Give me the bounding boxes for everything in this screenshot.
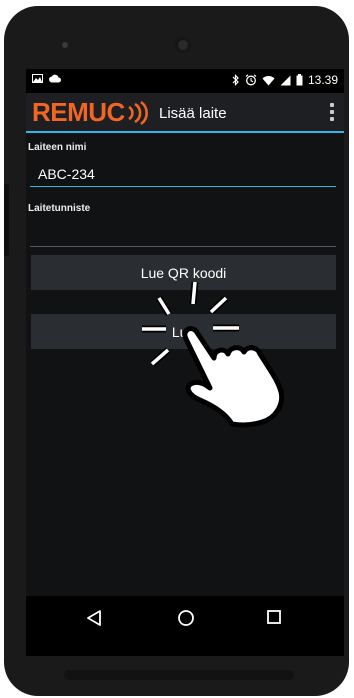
recent-apps-icon[interactable] [266,609,282,625]
status-time: 13.39 [307,73,338,87]
device-screen: 13.39 REMUC Lisää laite Laiteen nimi Lai… [26,69,344,656]
front-camera [175,37,191,53]
navigation-bar [26,596,344,656]
signal-icon [280,75,291,85]
action-bar: REMUC Lisää laite [26,93,344,133]
back-icon[interactable] [86,609,102,627]
phone-side-button [4,184,9,256]
status-bar: 13.39 [26,69,344,93]
overflow-dot [330,103,334,107]
add-device-form: Laiteen nimi Laitetunniste Lue QR koodi … [26,133,344,596]
battery-icon [296,74,303,86]
overflow-dot [330,110,334,114]
image-icon [32,74,43,83]
read-button[interactable]: Lue [31,314,336,349]
alarm-icon [245,74,257,86]
bottom-speaker-grille [64,670,294,680]
page-title: Lisää laite [159,105,227,122]
overflow-menu-button[interactable] [330,103,336,121]
phone-frame: 13.39 REMUC Lisää laite Laiteen nimi Lai… [4,6,349,696]
remuc-logo: REMUC [32,97,125,127]
device-id-input[interactable] [30,221,336,247]
device-name-input[interactable] [30,161,336,187]
device-id-label: Laitetunniste [28,203,91,214]
overflow-dot [330,117,334,121]
bluetooth-icon [232,74,239,86]
proximity-sensor [62,42,68,48]
wifi-icon [262,75,275,85]
cloud-icon [49,74,61,83]
device-name-label: Laiteen nimi [28,142,87,153]
logo-signal-waves-icon [128,100,148,126]
read-qr-code-button[interactable]: Lue QR koodi [31,255,336,290]
home-icon[interactable] [177,609,195,627]
